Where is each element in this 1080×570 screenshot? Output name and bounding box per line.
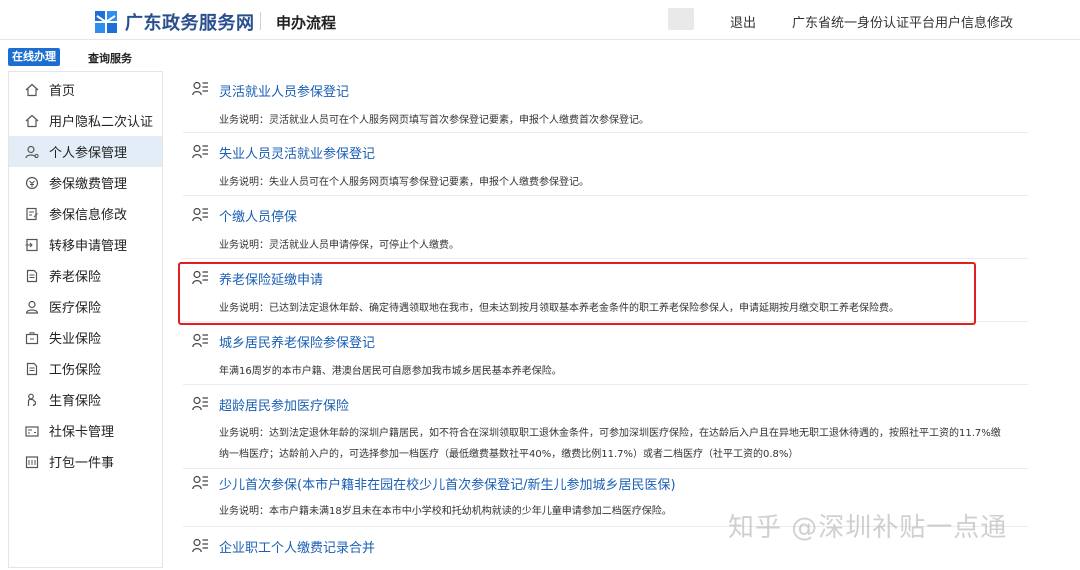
sidebar-item-medical[interactable]: 医疗保险: [9, 291, 162, 322]
site-logo[interactable]: 广东政务服务网: [95, 9, 255, 35]
tab-query-service[interactable]: 查询服务: [88, 50, 132, 66]
document-icon: [25, 362, 39, 376]
page-title: 申办流程: [276, 14, 337, 32]
sidebar-item-personal-insurance[interactable]: 个人参保管理: [9, 136, 162, 167]
sidebar-item-pension[interactable]: 养老保险: [9, 260, 162, 291]
logo-text: 广东政务服务网: [125, 13, 255, 34]
list-item: 灵活就业人员参保登记 业务说明：灵活就业人员可在个人服务网页填写首次参保登记要素…: [183, 71, 1028, 133]
list-item: 失业人员灵活就业参保登记 业务说明：失业人员可在个人服务网页填写参保登记要素，申…: [183, 133, 1028, 196]
service-title-link[interactable]: 少儿首次参保(本市户籍非在园在校少儿首次参保登记/新生儿参加城乡居民医保): [219, 474, 676, 493]
service-icon: [192, 207, 208, 222]
package-icon: [25, 455, 39, 469]
sidebar: 首页 用户隐私二次认证 个人参保管理 参保缴费管理 参保信息修改 转移申请管理 …: [8, 71, 163, 568]
service-icon: [192, 538, 208, 553]
sidebar-item-label: 转移申请管理: [49, 239, 128, 254]
sidebar-item-label: 首页: [49, 84, 76, 99]
list-item: 超龄居民参加医疗保险 业务说明：达到法定退休年龄的深圳户籍居民，如不符合在深圳领…: [183, 385, 1028, 469]
sidebar-item-unemployment[interactable]: 失业保险: [9, 322, 162, 353]
edit-user-info-link[interactable]: 广东省统一身份认证平台用户信息修改: [792, 12, 1013, 31]
service-title-link[interactable]: 失业人员灵活就业参保登记: [219, 143, 375, 162]
sidebar-item-label: 打包一件事: [49, 456, 115, 471]
service-title-link[interactable]: 超龄居民参加医疗保险: [219, 395, 349, 414]
medical-icon: [25, 300, 39, 314]
sidebar-item-label: 用户隐私二次认证: [49, 115, 154, 130]
maternity-icon: [25, 393, 39, 407]
service-title-link[interactable]: 个缴人员停保: [219, 206, 297, 225]
logout-link[interactable]: 退出: [730, 12, 756, 31]
card-icon: [25, 424, 39, 438]
list-item: 城乡居民养老保险参保登记 年满16周岁的本市户籍、港澳台居民可自愿参加我市城乡居…: [183, 322, 1028, 385]
sidebar-item-maternity[interactable]: 生育保险: [9, 384, 162, 415]
top-header: 广东政务服务网 申办流程 退出 广东省统一身份认证平台用户信息修改: [0, 0, 1080, 40]
logo-icon: [95, 11, 119, 33]
avatar[interactable]: [668, 8, 694, 30]
tab-online-handling[interactable]: 在线办理: [8, 48, 60, 66]
service-title-link[interactable]: 企业职工个人缴费记录合并: [219, 537, 375, 556]
sidebar-item-label: 个人参保管理: [49, 146, 128, 161]
sidebar-item-transfer[interactable]: 转移申请管理: [9, 229, 162, 260]
payment-icon: [25, 176, 39, 190]
service-description: 业务说明：达到法定退休年龄的深圳户籍居民，如不符合在深圳领取职工退休金条件，可参…: [219, 428, 1001, 460]
service-title-link[interactable]: 城乡居民养老保险参保登记: [219, 332, 375, 351]
service-icon: [192, 475, 208, 490]
sidebar-item-label: 医疗保险: [49, 301, 102, 316]
sidebar-item-label: 失业保险: [49, 332, 102, 347]
home-icon: [25, 114, 39, 128]
sidebar-item-label: 参保信息修改: [49, 208, 128, 223]
service-description: 业务说明：灵活就业人员可在个人服务网页填写首次参保登记要素，申报个人缴费首次参保…: [219, 115, 649, 126]
service-description: 年满16周岁的本市户籍、港澳台居民可自愿参加我市城乡居民基本养老保险。: [219, 366, 562, 377]
sidebar-item-home[interactable]: 首页: [9, 74, 162, 105]
sidebar-item-info-modify[interactable]: 参保信息修改: [9, 198, 162, 229]
transfer-icon: [25, 238, 39, 252]
sidebar-item-privacy-auth[interactable]: 用户隐私二次认证: [9, 105, 162, 136]
sidebar-item-label: 生育保险: [49, 394, 102, 409]
service-icon: [192, 396, 208, 411]
home-icon: [25, 83, 39, 97]
document-icon: [25, 269, 39, 283]
watermark: 知乎 @深圳补贴一点通: [728, 513, 1008, 543]
sidebar-item-label: 工伤保险: [49, 363, 102, 378]
service-icon: [192, 333, 208, 348]
service-title-link[interactable]: 灵活就业人员参保登记: [219, 81, 349, 100]
header-divider: [260, 12, 261, 30]
sidebar-item-injury[interactable]: 工伤保险: [9, 353, 162, 384]
sidebar-item-label: 参保缴费管理: [49, 177, 128, 192]
sidebar-item-label: 养老保险: [49, 270, 102, 285]
briefcase-icon: [25, 331, 39, 345]
user-icon: [25, 145, 39, 159]
sidebar-item-package[interactable]: 打包一件事: [9, 446, 162, 477]
sidebar-item-label: 社保卡管理: [49, 425, 115, 440]
service-description: 业务说明：失业人员可在个人服务网页填写参保登记要素，申报个人缴费参保登记。: [219, 177, 589, 188]
service-description: 业务说明：灵活就业人员申请停保，可停止个人缴费。: [219, 240, 459, 251]
sidebar-item-social-card[interactable]: 社保卡管理: [9, 415, 162, 446]
service-icon: [192, 144, 208, 159]
highlight-box: [178, 262, 976, 325]
sidebar-item-payment-management[interactable]: 参保缴费管理: [9, 167, 162, 198]
list-item: 个缴人员停保 业务说明：灵活就业人员申请停保，可停止个人缴费。: [183, 196, 1028, 259]
edit-icon: [25, 207, 39, 221]
service-icon: [192, 81, 208, 96]
